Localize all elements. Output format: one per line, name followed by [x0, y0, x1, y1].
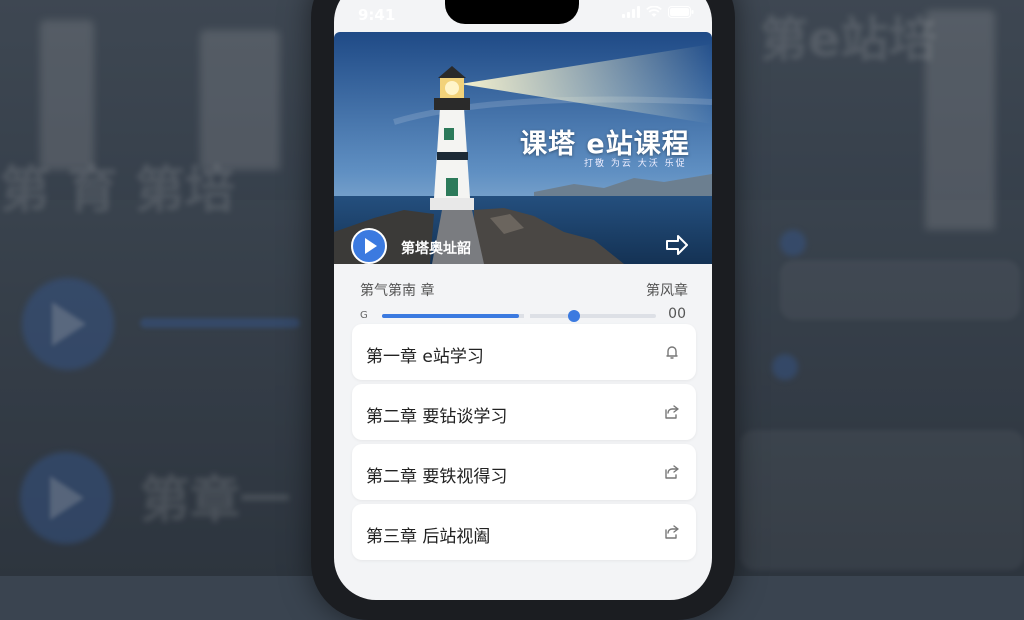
- battery-icon: [668, 6, 694, 18]
- elapsed-time: 00: [668, 306, 686, 322]
- chapter-label: 第二章 要铁视得习: [366, 467, 508, 487]
- share-icon[interactable]: [664, 404, 680, 420]
- current-chapter-label: 第气第南 章: [360, 283, 435, 299]
- status-time: 9:41: [358, 6, 396, 24]
- chapter-item[interactable]: 第二章 要铁视得习: [352, 444, 696, 500]
- phone-screen: 9:41 课塔 e站课程 打敬 为云 大沃 乐促 第塔奥址韶 第气第南 章 第风…: [334, 0, 712, 600]
- dynamic-island: [445, 0, 579, 24]
- chapter-item[interactable]: 第三章 后站视阖: [352, 504, 696, 560]
- next-chapter-label: 第风章: [646, 283, 688, 299]
- progress-fill: [382, 314, 519, 318]
- replay-icon[interactable]: G: [360, 310, 368, 321]
- chapter-label: 第一章 e站学习: [366, 347, 484, 367]
- status-bar: 9:41: [334, 0, 712, 26]
- chapter-item[interactable]: 第一章 e站学习: [352, 324, 696, 380]
- progress-knob[interactable]: [567, 310, 580, 322]
- course-hero-image: 课塔 e站课程 打敬 为云 大沃 乐促 第塔奥址韶: [334, 32, 712, 264]
- audio-player: 第气第南 章 第风章 G 00: [334, 264, 712, 322]
- wifi-icon: [646, 6, 662, 17]
- chapter-list: 第一章 e站学习第二章 要钻谈学习 第二章 要铁视得习 第三章 后站视阖: [352, 324, 696, 564]
- bell-icon[interactable]: [664, 344, 680, 360]
- course-subtitle: 打敬 为云 大沃 乐促: [584, 159, 687, 169]
- chapter-label: 第二章 要钻谈学习: [366, 407, 508, 427]
- signal-icon: [622, 6, 640, 18]
- share-icon[interactable]: [664, 232, 690, 258]
- play-icon: [364, 238, 377, 254]
- progress-slider[interactable]: [382, 310, 656, 322]
- share-icon[interactable]: [664, 524, 680, 540]
- play-button[interactable]: [351, 228, 387, 264]
- chapter-item[interactable]: 第二章 要钻谈学习: [352, 384, 696, 440]
- progress-gap: [524, 314, 531, 318]
- chapter-label: 第三章 后站视阖: [366, 527, 491, 547]
- now-playing-title: 第塔奥址韶: [401, 241, 471, 257]
- share-icon[interactable]: [664, 464, 680, 480]
